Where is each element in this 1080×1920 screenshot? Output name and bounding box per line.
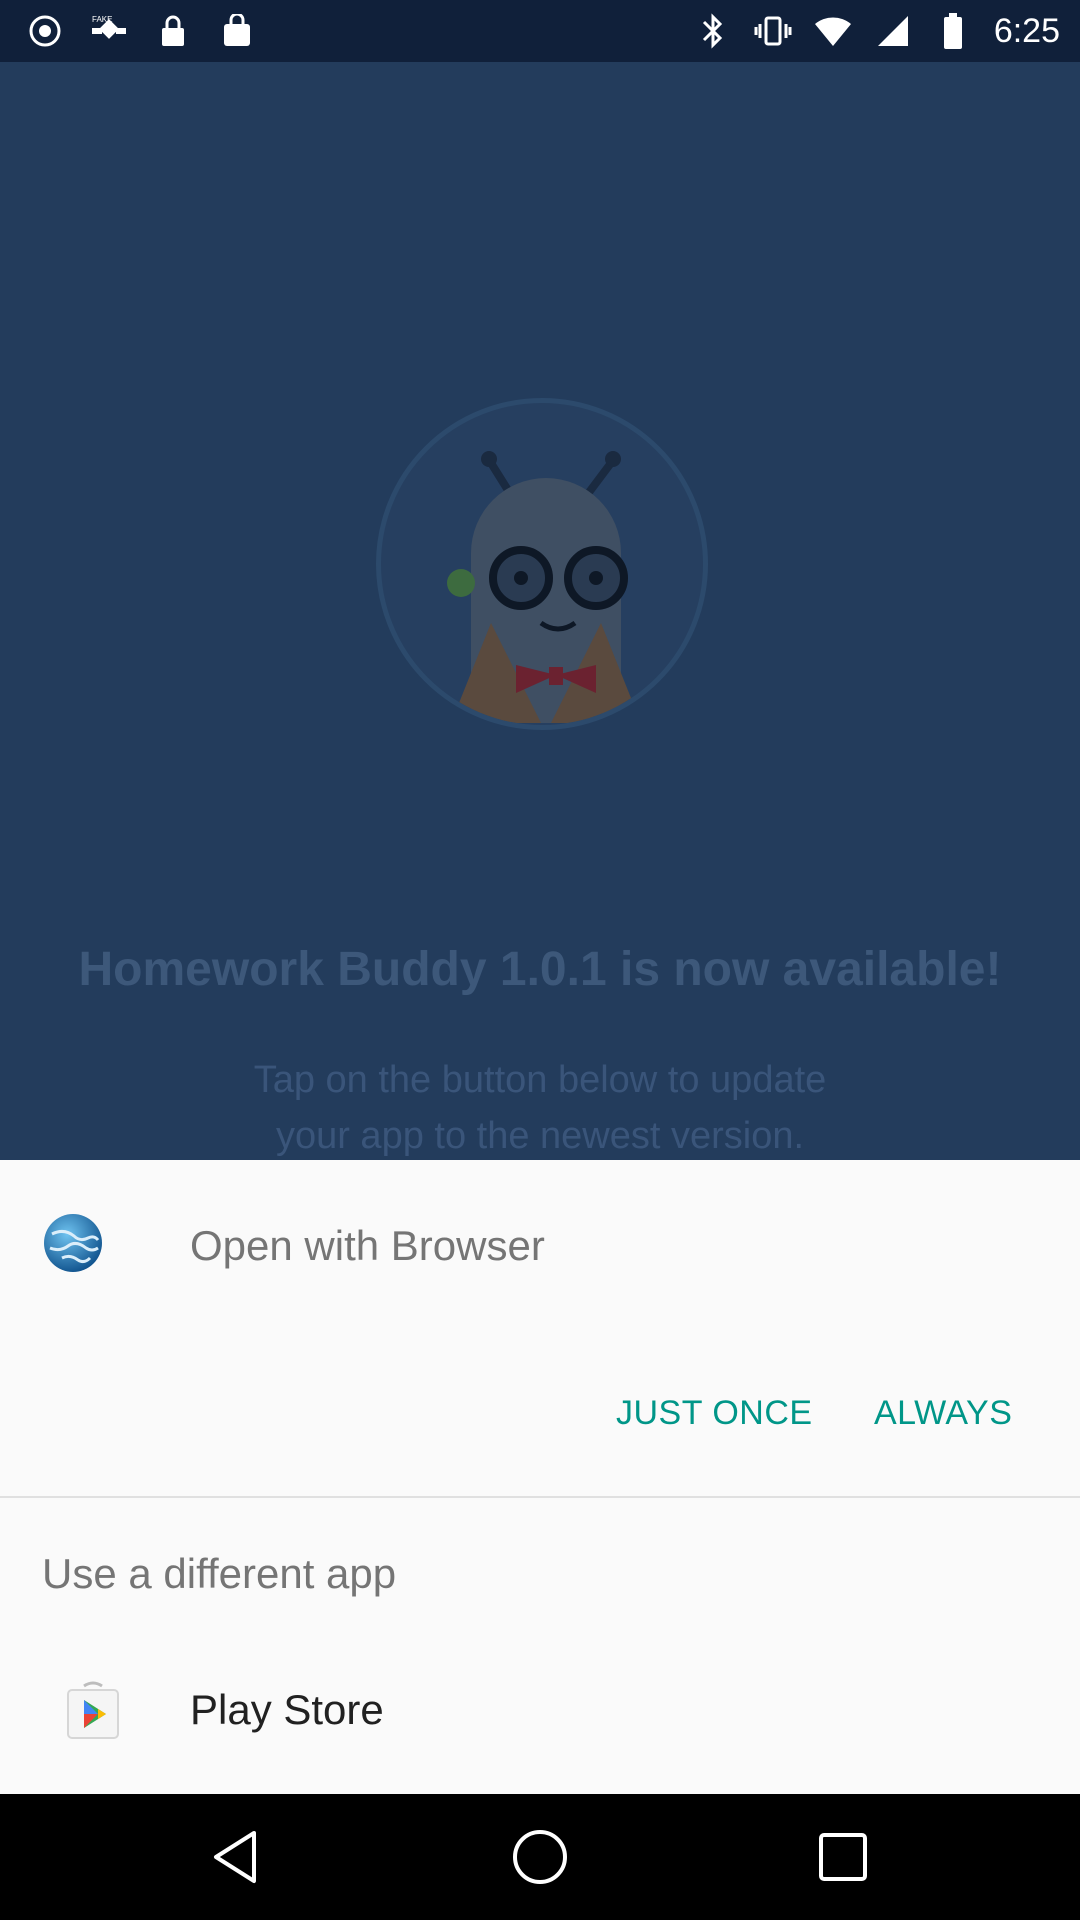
browser-globe-icon bbox=[42, 1212, 104, 1274]
open-with-browser-row: Open with Browser bbox=[0, 1160, 1080, 1330]
status-time: 6:25 bbox=[993, 12, 1060, 50]
recents-icon[interactable] bbox=[808, 1822, 878, 1892]
background-app-screen: Homework Buddy 1.0.1 is now available! T… bbox=[0, 62, 1080, 1160]
update-headline: Homework Buddy 1.0.1 is now available! bbox=[78, 943, 1002, 996]
section-divider bbox=[0, 1496, 1080, 1498]
cell-signal-icon bbox=[874, 12, 912, 50]
battery-icon bbox=[934, 12, 972, 50]
back-icon[interactable] bbox=[200, 1822, 270, 1892]
bluetooth-icon bbox=[694, 12, 732, 50]
lock-icon bbox=[154, 12, 192, 50]
update-description-line-2: your app to the newest version. bbox=[275, 1115, 805, 1157]
update-description-line-1: Tap on the button below to update bbox=[253, 1059, 827, 1101]
open-with-chooser-sheet: Open with Browser JUST ONCE ALWAYS Use a… bbox=[0, 1160, 1080, 1794]
bag-icon bbox=[218, 12, 256, 50]
update-description: Tap on the button below to update your a… bbox=[0, 1052, 1080, 1164]
app-option-play-store[interactable]: Play Store bbox=[0, 1660, 1080, 1780]
svg-text:FAKE: FAKE bbox=[92, 15, 112, 24]
navigation-bar bbox=[0, 1794, 1080, 1920]
wifi-icon bbox=[814, 12, 852, 50]
home-icon[interactable] bbox=[505, 1822, 575, 1892]
play-store-icon bbox=[62, 1680, 124, 1742]
open-with-title: Open with Browser bbox=[190, 1222, 545, 1269]
mascot-image bbox=[376, 398, 708, 730]
status-bar: FAKE 6:25 bbox=[0, 0, 1080, 62]
fake-gps-icon: FAKE bbox=[90, 12, 128, 50]
use-different-app-title: Use a different app bbox=[42, 1550, 397, 1597]
just-once-button[interactable]: JUST ONCE bbox=[606, 1382, 823, 1445]
vibrate-icon bbox=[754, 12, 792, 50]
play-store-label: Play Store bbox=[190, 1686, 384, 1733]
always-button[interactable]: ALWAYS bbox=[864, 1382, 1022, 1445]
location-sync-icon bbox=[26, 12, 64, 50]
